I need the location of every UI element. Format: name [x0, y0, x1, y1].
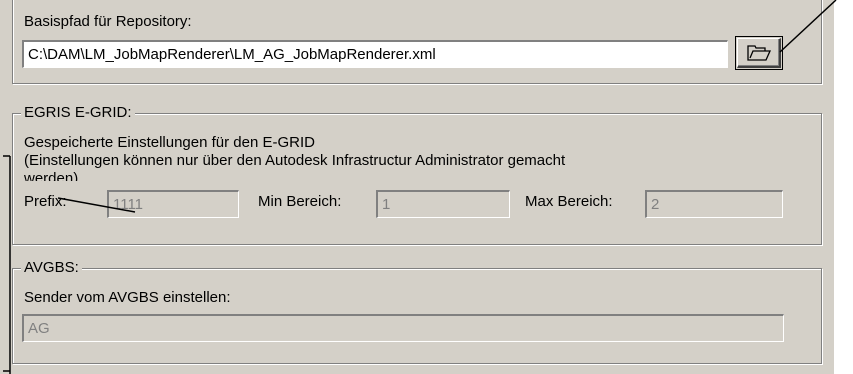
avgbs-group-title: AVGBS:: [21, 259, 82, 277]
prefix-label: Prefix:: [24, 193, 67, 210]
egrid-group-title: EGRIS E-GRID:: [21, 104, 135, 122]
repository-path-input[interactable]: C:\DAM\LM_JobMapRenderer\LM_AG_JobMapRen…: [22, 40, 728, 68]
egrid-description-line3: werden): [24, 170, 79, 181]
settings-panel: Basispfad für Repository: C:\DAM\LM_JobM…: [0, 0, 834, 374]
max-range-label: Max Bereich:: [525, 193, 613, 210]
repository-path-label: Basispfad für Repository:: [24, 13, 192, 30]
prefix-input[interactable]: 1111: [107, 190, 239, 218]
min-range-label: Min Bereich:: [258, 193, 342, 210]
avgbs-sender-label: Sender vom AVGBS einstellen:: [24, 289, 231, 306]
browse-folder-button[interactable]: [735, 36, 783, 70]
avgbs-sender-input[interactable]: AG: [22, 314, 784, 342]
min-range-input[interactable]: 1: [376, 190, 510, 218]
egrid-description: Gespeicherte Einstellungen für den E-GRI…: [24, 134, 804, 181]
folder-open-icon: [746, 44, 771, 61]
egrid-description-line2: (Einstellungen können nur über den Autod…: [24, 152, 566, 169]
max-range-input[interactable]: 2: [645, 190, 783, 218]
egrid-description-line1: Gespeicherte Einstellungen für den E-GRI…: [24, 134, 315, 151]
